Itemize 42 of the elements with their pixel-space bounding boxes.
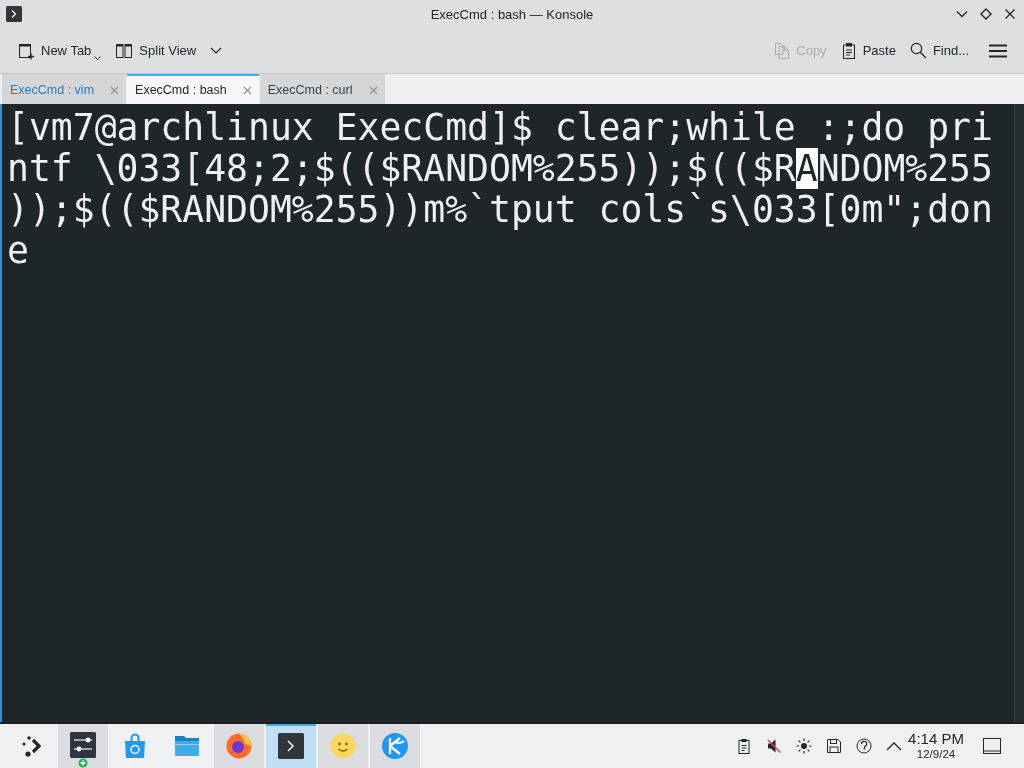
muted-speaker-icon[interactable] (766, 738, 782, 754)
tab[interactable]: ExecCmd : curl (259, 74, 385, 104)
terminal-text: [vm7@archlinux ExecCmd]$ clear;while :;do pri (7, 107, 993, 148)
clipboard-icon[interactable] (736, 738, 752, 754)
new-tab-button[interactable]: New Tab (12, 35, 107, 66)
task-button[interactable] (214, 724, 264, 768)
chevron-down-icon (956, 10, 968, 18)
split-columns-icon (115, 41, 134, 60)
window-plus-icon (17, 41, 35, 60)
terminal-text: ntf \033[48;2;$(($RANDOM%255));$(($R (7, 148, 796, 189)
question-circle-icon[interactable] (856, 738, 872, 754)
terminal-text: e (7, 230, 29, 271)
terminal-icon (277, 732, 305, 760)
caret-icon (94, 55, 102, 60)
chevron-down-icon (210, 47, 223, 54)
paste-button[interactable]: Paste (835, 35, 901, 66)
clipboard-icon (840, 41, 857, 60)
chevron-up-icon[interactable] (886, 741, 902, 751)
task-button[interactable] (266, 724, 316, 768)
tab[interactable]: ExecCmd : bash (127, 74, 259, 104)
split-view-button[interactable]: Split View (110, 35, 228, 66)
task-button[interactable] (58, 724, 108, 768)
terminal-text: NDOM%255 (817, 148, 993, 189)
flame-globe-icon (225, 732, 253, 760)
smiley-icon (329, 732, 357, 760)
diamond-icon (980, 8, 992, 20)
find-button[interactable]: Find... (904, 35, 974, 66)
clock-date: 12/9/24 (916, 748, 956, 761)
window-title: ExecCmd : bash — Konsole (430, 6, 594, 22)
search-icon (909, 42, 927, 59)
menu-icon (989, 43, 1007, 58)
sliders-app-icon (69, 732, 97, 768)
clock-time: 4:14 PM (908, 731, 964, 747)
show-desktop-icon[interactable] (983, 738, 1001, 754)
terminal-text: ));$(($RANDOM%255))m%`tput cols`s\033[0m";don (7, 189, 993, 230)
copy-icon (774, 41, 791, 60)
globe-icon (381, 732, 409, 760)
sun-icon[interactable] (796, 738, 812, 754)
scrollbar-track[interactable] (1014, 104, 1024, 722)
close-icon[interactable] (242, 85, 252, 95)
close-icon (1004, 8, 1016, 20)
terminal-app-icon[interactable] (6, 6, 22, 22)
